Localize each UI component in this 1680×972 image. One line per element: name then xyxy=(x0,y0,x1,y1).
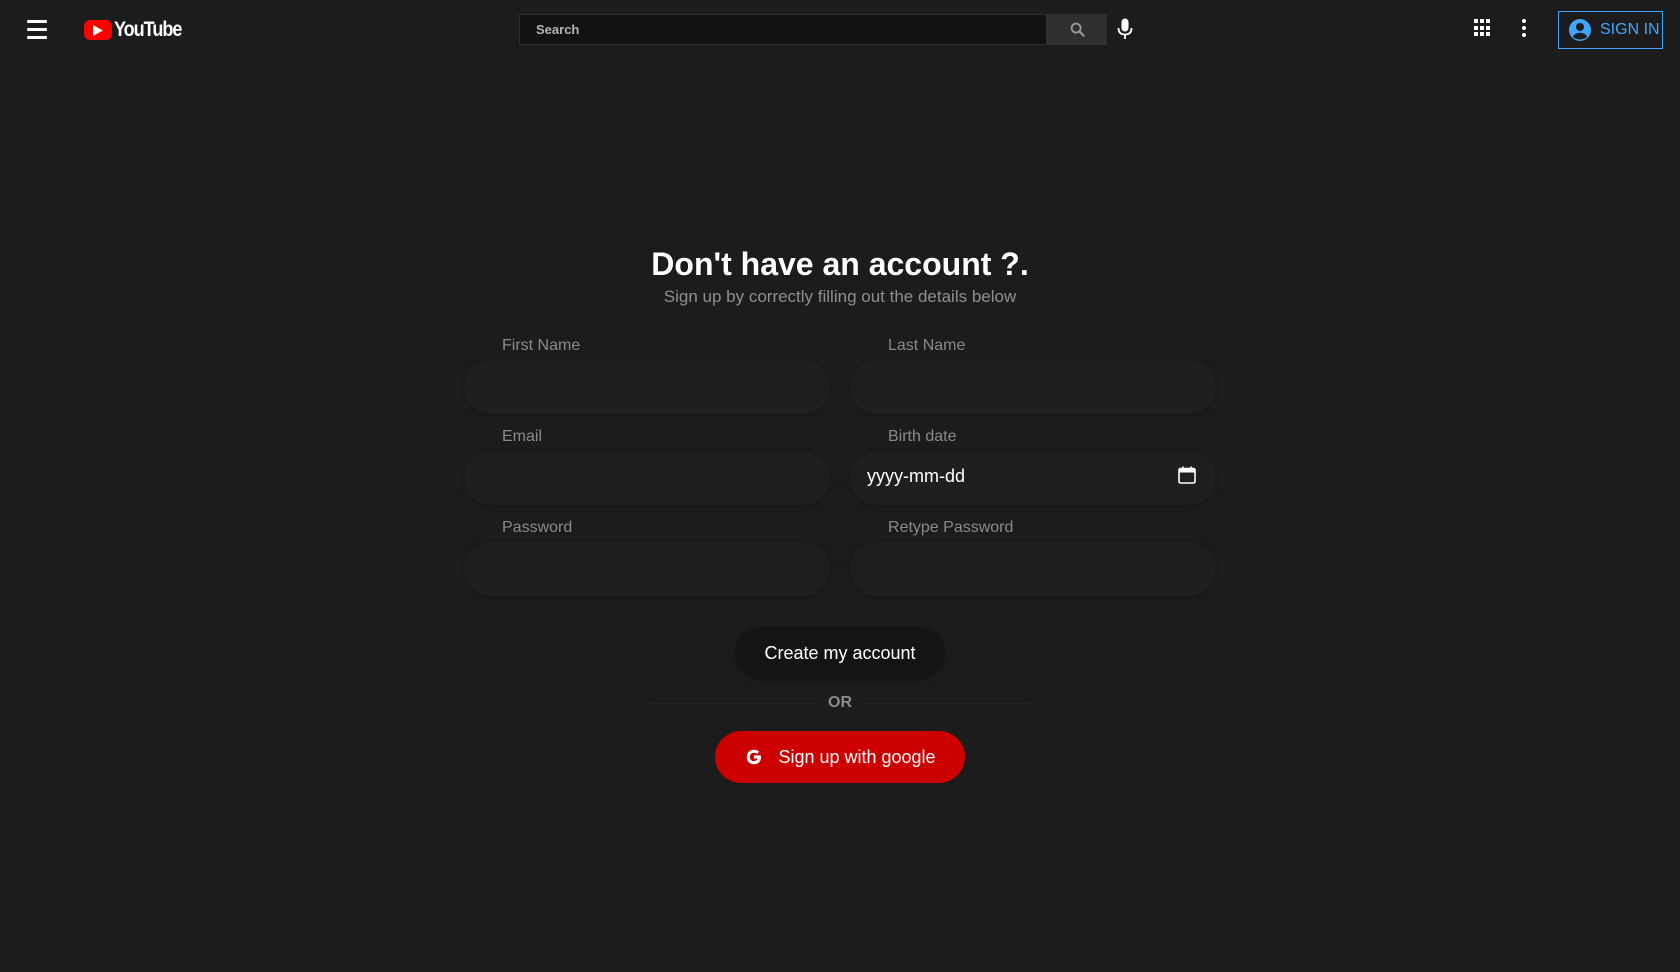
logo-text: YouTube xyxy=(114,18,182,41)
password-input[interactable] xyxy=(464,542,830,596)
first-name-field: First Name xyxy=(464,337,830,414)
password-field: Password xyxy=(464,519,830,596)
search-bar xyxy=(519,14,1107,45)
create-account-button[interactable]: Create my account xyxy=(735,627,945,679)
last-name-field: Last Name xyxy=(850,337,1216,414)
retype-password-field: Retype Password xyxy=(850,519,1216,596)
sign-in-button[interactable]: SIGN IN xyxy=(1558,11,1663,49)
last-name-input[interactable] xyxy=(850,360,1216,414)
google-signup-label: Sign up with google xyxy=(778,746,936,767)
google-g-icon xyxy=(744,747,764,767)
search-button[interactable] xyxy=(1047,14,1107,45)
search-icon xyxy=(1070,22,1085,37)
first-name-label: First Name xyxy=(502,337,581,354)
youtube-logo-icon xyxy=(84,20,112,40)
google-signup-button[interactable]: Sign up with google xyxy=(715,731,965,783)
search-input[interactable] xyxy=(519,14,1047,45)
youtube-logo[interactable]: YouTube xyxy=(84,17,192,43)
mic-button[interactable] xyxy=(1114,16,1136,42)
page-subtitle: Sign up by correctly filling out the det… xyxy=(663,287,1017,306)
apps-icon[interactable] xyxy=(1474,19,1492,37)
birth-date-field: yyyy-mm-dd Birth date xyxy=(850,428,1216,505)
birth-date-label: Birth date xyxy=(888,428,957,445)
birth-date-input[interactable]: yyyy-mm-dd xyxy=(867,466,965,487)
email-input[interactable] xyxy=(464,451,830,505)
calendar-icon[interactable] xyxy=(1178,466,1196,484)
page-title: Don't have an account ?. xyxy=(651,246,1029,282)
or-text: OR xyxy=(818,694,862,711)
more-vert-icon[interactable] xyxy=(1521,19,1527,37)
email-label: Email xyxy=(502,428,543,445)
password-label: Password xyxy=(502,519,573,536)
mic-icon xyxy=(1117,18,1133,39)
account-circle-icon xyxy=(1569,19,1591,41)
email-field: Email xyxy=(464,428,830,505)
first-name-input[interactable] xyxy=(464,360,830,414)
menu-icon[interactable] xyxy=(24,16,50,42)
or-label: OR xyxy=(0,694,1680,712)
top-bar: YouTube SIGN IN xyxy=(0,0,1680,60)
retype-password-label: Retype Password xyxy=(888,519,1014,536)
sign-in-label: SIGN IN xyxy=(1600,21,1660,38)
retype-password-input[interactable] xyxy=(850,542,1216,596)
last-name-label: Last Name xyxy=(888,337,966,354)
